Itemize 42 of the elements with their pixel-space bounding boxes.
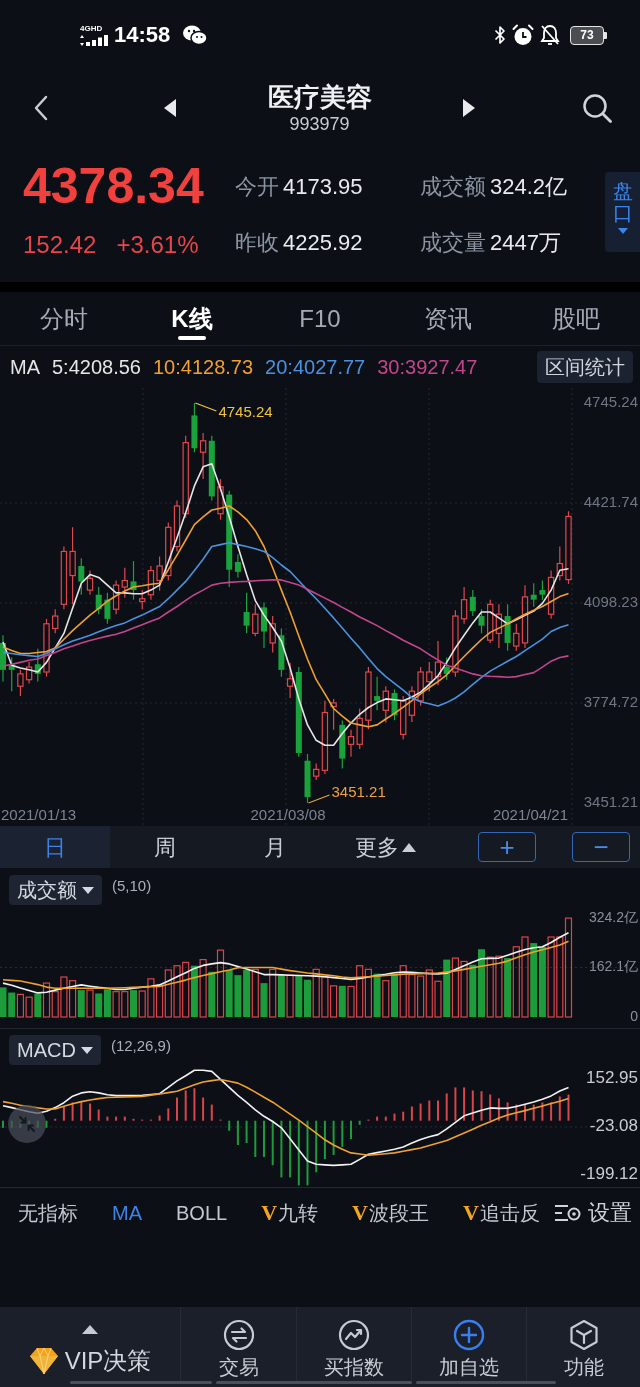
stat-value: 324.2亿 xyxy=(490,176,568,198)
macd-axis-label: 152.95 xyxy=(586,1068,638,1088)
stock-name: 医疗美容 xyxy=(267,80,372,113)
stock-code: 993979 xyxy=(289,112,350,135)
stat-label: 昨收 xyxy=(235,232,279,254)
volume-axis-label: 162.1亿 xyxy=(588,958,638,975)
vip-label: V xyxy=(462,1202,479,1224)
indicator-name: MA xyxy=(10,355,40,380)
stat-label: 今开 xyxy=(235,176,279,198)
extreme-price-label: 3451.21 xyxy=(331,782,386,800)
moving-average-value: 20:4027.77 xyxy=(265,355,366,380)
date-axis-label: 2021/03/08 xyxy=(250,805,326,823)
price-axis-label: 4745.24 xyxy=(583,392,638,410)
stat-value: 2447万 xyxy=(490,232,561,254)
percent-change: +3.61% xyxy=(116,231,199,259)
price-axis-label: 4421.74 xyxy=(583,492,638,510)
last-price: 4378.34 xyxy=(23,161,205,211)
macd-axis-label: -199.12 xyxy=(580,1164,638,1184)
price-axis-label: 3451.21 xyxy=(583,792,638,810)
indicator-params: (12,26,9) xyxy=(110,1036,171,1056)
stat-label: 成交量 xyxy=(420,232,486,254)
vip-label: V xyxy=(352,1202,368,1224)
price-axis-label: 3774.72 xyxy=(583,692,638,710)
stat-value: 4173.95 xyxy=(283,176,363,198)
extreme-price-label: 4745.24 xyxy=(218,402,273,420)
stat-label: 成交额 xyxy=(420,176,486,198)
moving-average-value: 10:4128.73 xyxy=(153,355,254,380)
moving-average-value: 30:3927.47 xyxy=(377,355,478,380)
moving-average-value: 5:4208.56 xyxy=(52,355,141,380)
vip-label: V xyxy=(261,1202,278,1224)
battery-percentage: 73 xyxy=(580,29,594,41)
status-time: 14:58 xyxy=(114,24,171,46)
price-axis-label: 4098.23 xyxy=(583,592,638,610)
indicator-params: (5,10) xyxy=(112,876,152,896)
macd-axis-label: -23.08 xyxy=(589,1116,638,1136)
price-change: 152.42 xyxy=(23,231,97,259)
date-axis-label: 2021/04/21 xyxy=(492,805,568,823)
volume-axis-label: 324.2亿 xyxy=(588,908,638,925)
date-axis-label: 2021/01/13 xyxy=(1,805,77,823)
volume-axis-label: 0 xyxy=(630,1007,638,1024)
network-type-label: 4GHD xyxy=(80,24,103,33)
stat-value: 4225.92 xyxy=(283,232,363,254)
